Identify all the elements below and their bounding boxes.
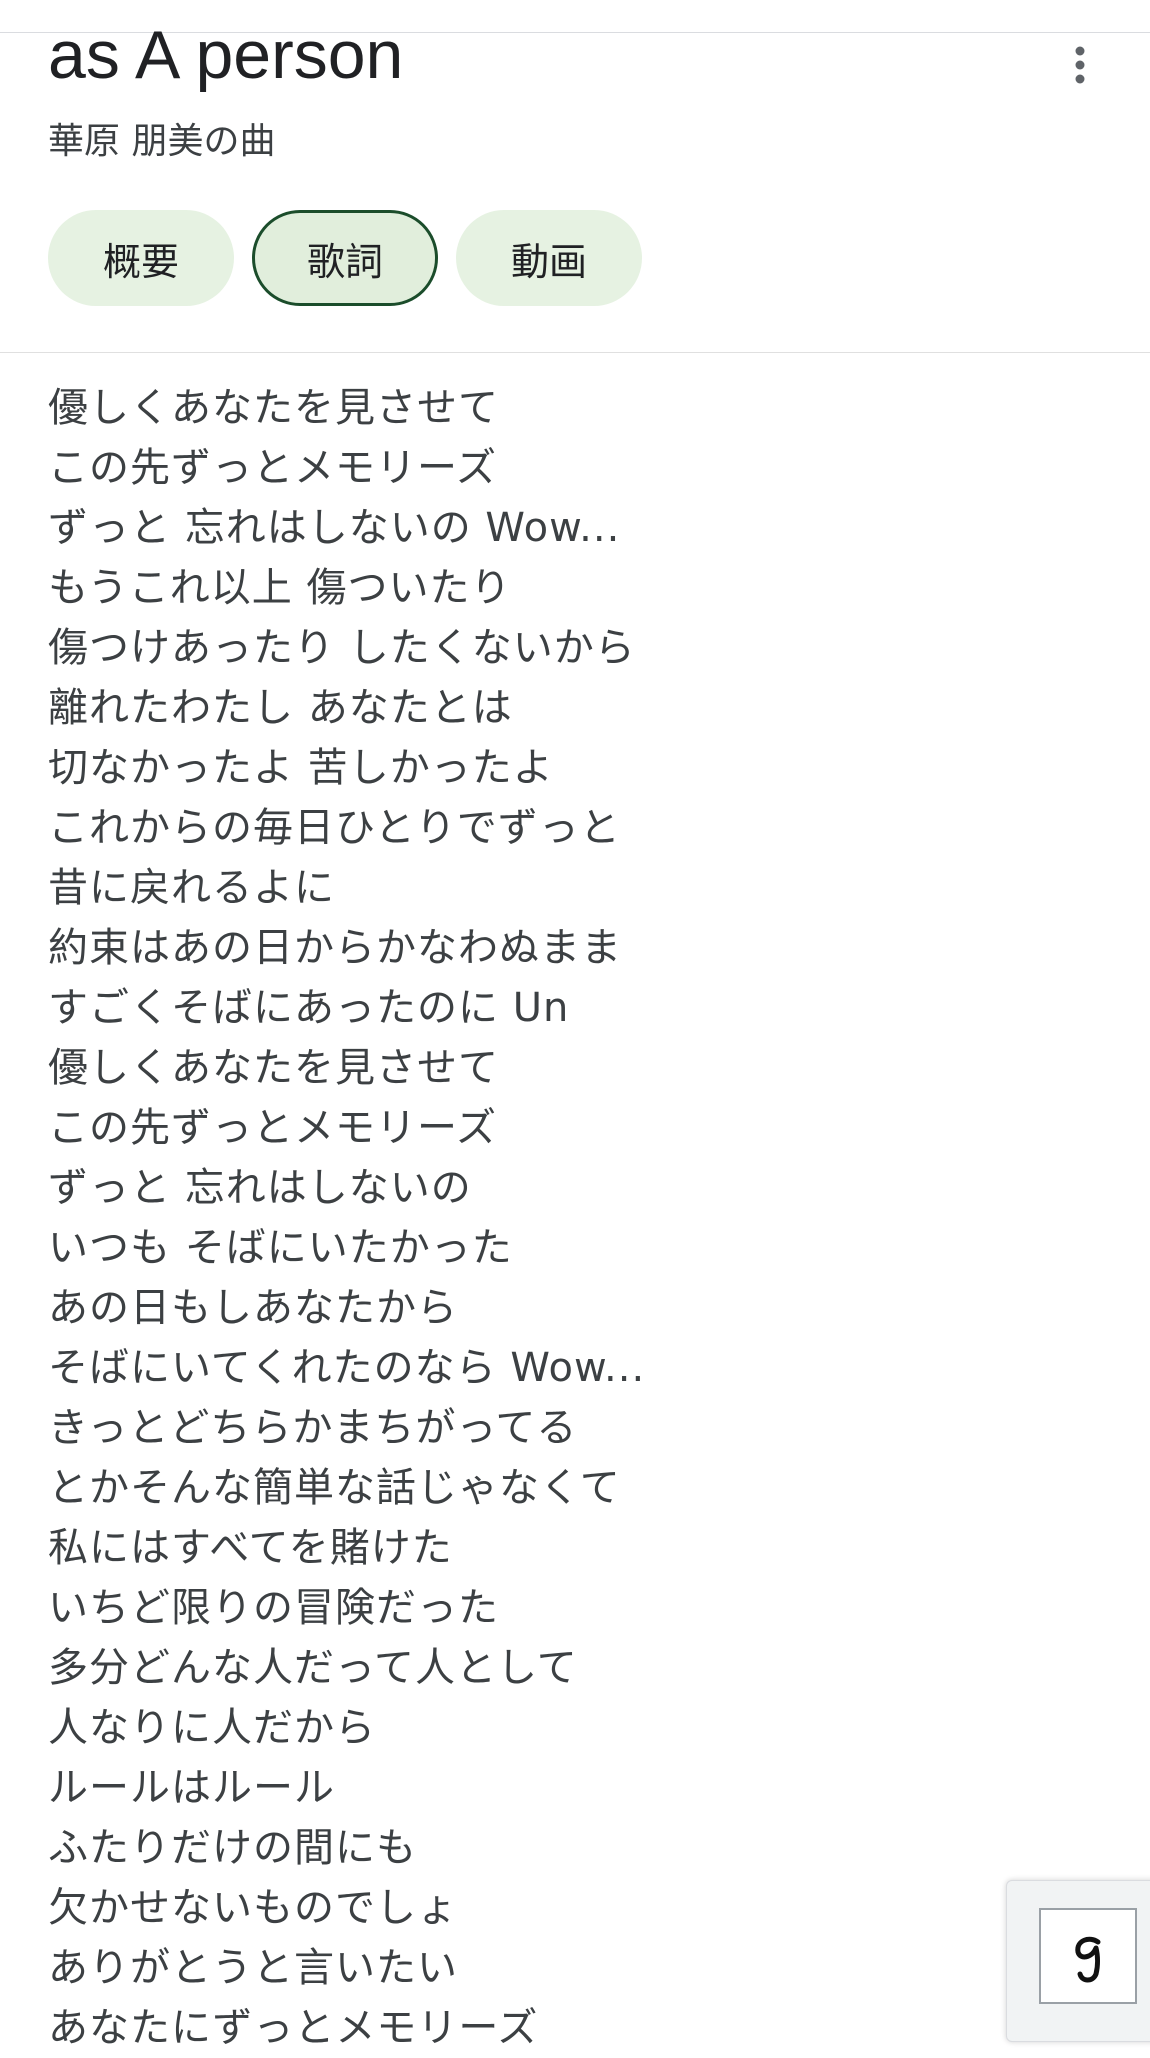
lyric-line: ずっと 忘れはしないの Wow... (48, 505, 621, 551)
tab-overview-label: 概要 (102, 239, 179, 284)
more-vert-icon[interactable] (1064, 40, 1096, 90)
tab-lyrics-label: 歌詞 (306, 239, 383, 284)
tab-videos-label: 動画 (510, 239, 587, 284)
lyric-line: ずっと 忘れはしないの (48, 1165, 472, 1211)
song-title: as A person (48, 17, 404, 93)
lyrics-list: 優しくあなたを見させて この先ずっとメモリーズ ずっと 忘れはしないの Wow.… (48, 378, 645, 2058)
lyric-line: ありがとうと言いたい (48, 1945, 458, 1991)
lyric-line: とかそんな簡単な話じゃなくて (48, 1465, 621, 1511)
tab-overview[interactable]: 概要 (48, 210, 234, 306)
lyric-line: ルールはルール (48, 1765, 335, 1811)
tab-lyrics[interactable]: 歌詞 (252, 210, 438, 306)
handwriting-input-button[interactable] (1039, 1908, 1137, 2004)
tab-chips: 概要 歌詞 動画 (48, 210, 642, 306)
handwriting-g-icon (1075, 1936, 1101, 1983)
lyric-line: 人なりに人だから (48, 1705, 376, 1751)
lyric-line: いつも そばにいたかった (48, 1225, 513, 1271)
lyric-line: 私にはすべてを賭けた (48, 1525, 453, 1571)
lyric-line: これからの毎日ひとりでずっと (48, 805, 621, 851)
lyric-line: 傷つけあったり したくないから (48, 625, 636, 671)
lyric-line: 約束はあの日からかなわぬまま (48, 925, 622, 971)
lyric-line: 優しくあなたを見させて (48, 385, 499, 431)
lyric-line: あの日もしあなたから (48, 1285, 458, 1331)
lyric-line: きっとどちらかまちがってる (48, 1405, 578, 1451)
lyric-line: 優しくあなたを見させて (48, 1045, 499, 1091)
lyric-line: いちど限りの冒険だった (48, 1585, 499, 1631)
more-vert-icon-svg (1075, 46, 1085, 84)
lyric-line: 欠かせないものでしょ (48, 1885, 458, 1931)
lyric-line: あなたにずっとメモリーズ (48, 2005, 539, 2051)
lyric-line: この先ずっとメモリーズ (48, 1105, 497, 1151)
lyric-line: もうこれ以上 傷ついたり (48, 565, 512, 611)
lyric-line: 離れたわたし あなたとは (48, 685, 513, 731)
song-artist-subtitle: 華原 朋美の曲 (48, 121, 276, 162)
header-divider (0, 352, 1150, 353)
lyric-line: すごくそばにあったのに Un (48, 985, 570, 1031)
lyric-line: この先ずっとメモリーズ (48, 445, 497, 491)
lyric-line: 多分どんな人だって人として (48, 1645, 578, 1691)
lyric-line: 昔に戻れるよに (48, 865, 335, 911)
lyric-line: そばにいてくれたのなら Wow... (48, 1345, 646, 1391)
lyric-line: ふたりだけの間にも (48, 1825, 417, 1871)
tab-videos[interactable]: 動画 (456, 210, 642, 306)
song-header: as A person 華原 朋美の曲 概要 歌詞 動画 (0, 0, 1150, 352)
lyric-line: 切なかったよ 苦しかったよ (48, 745, 554, 791)
